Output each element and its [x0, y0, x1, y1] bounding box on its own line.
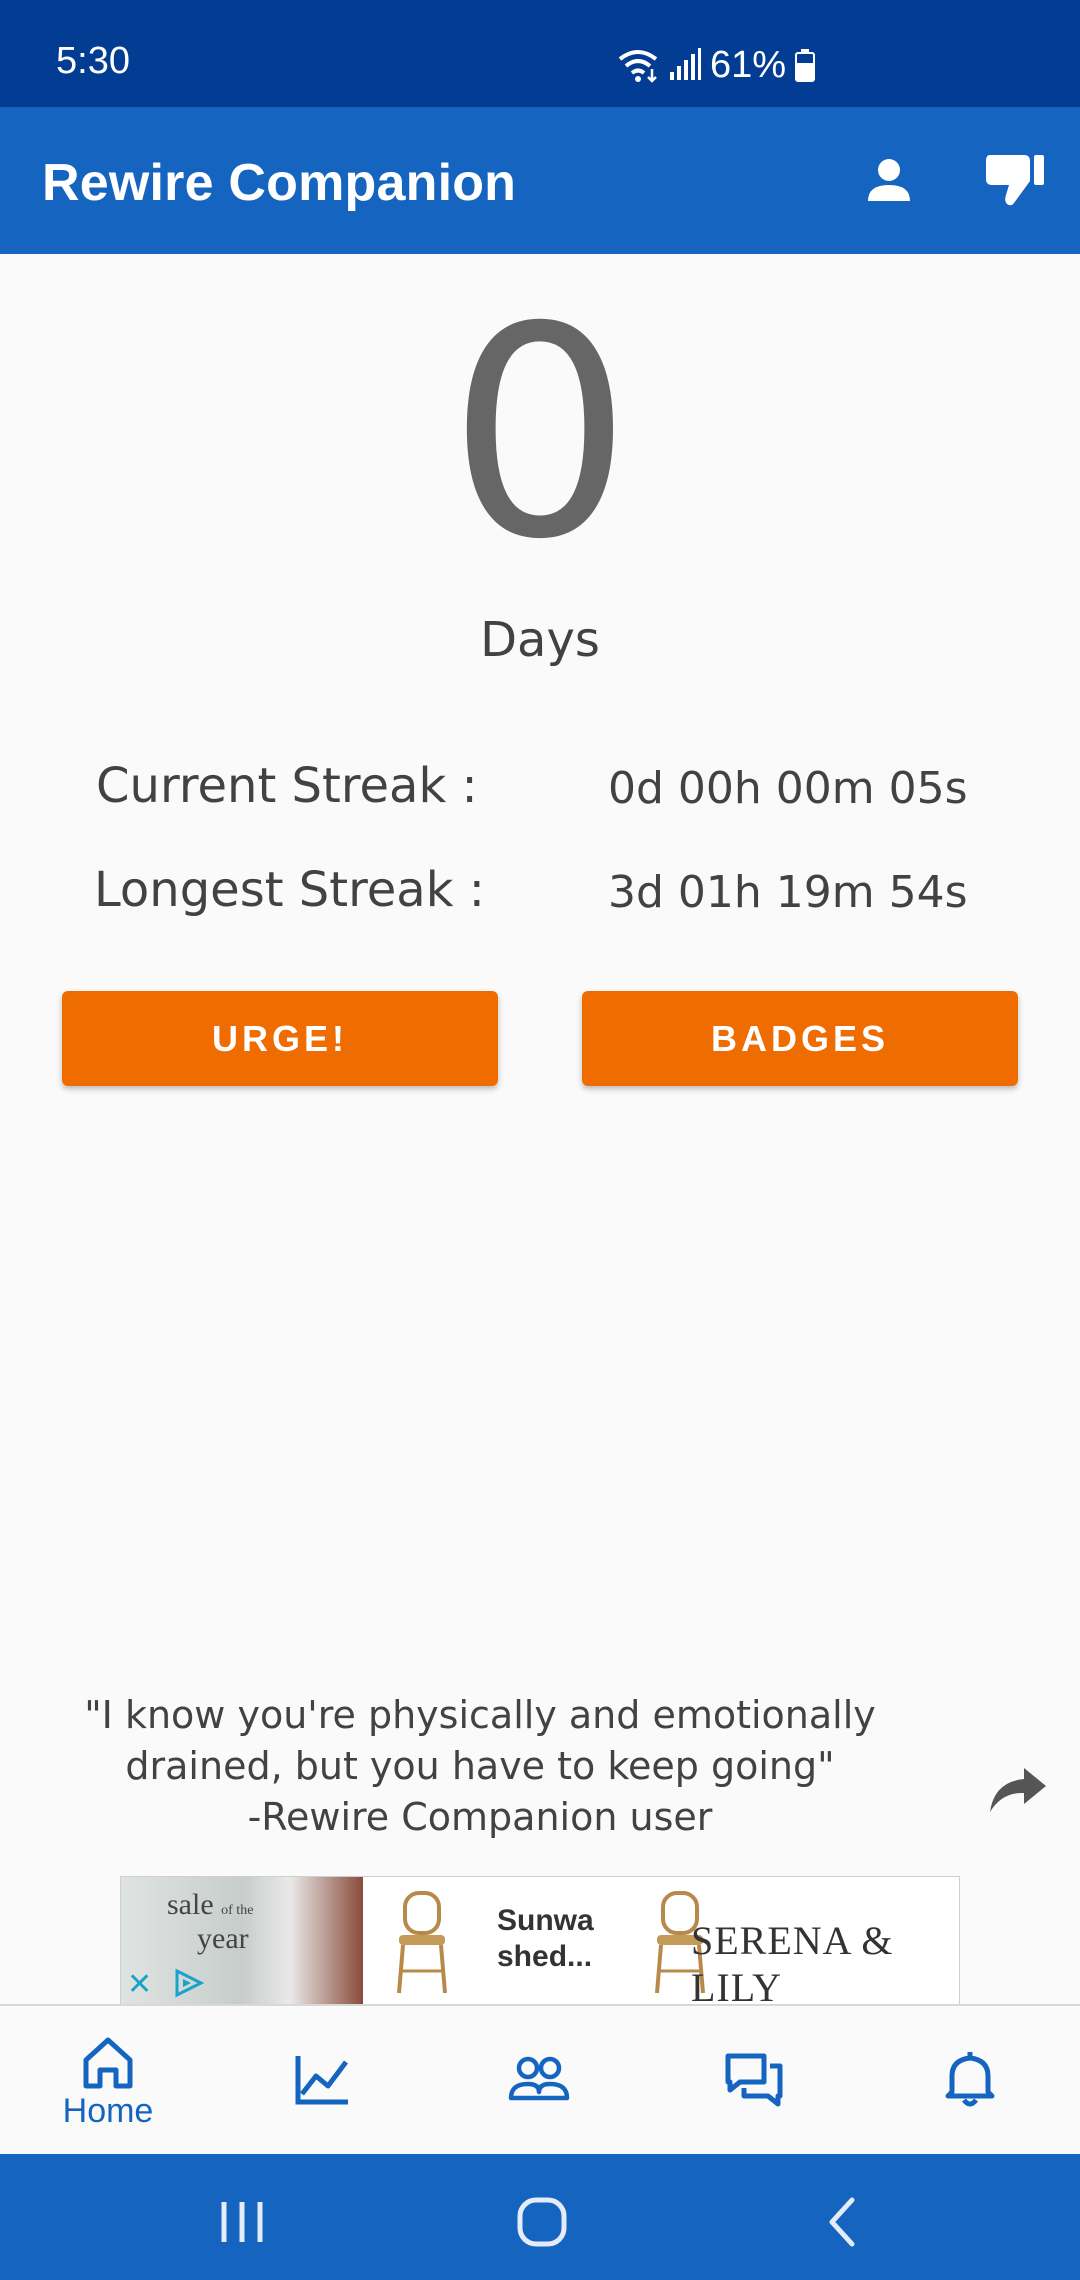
- ad-sale-year: year: [197, 1922, 249, 1955]
- nav-community[interactable]: [479, 2054, 599, 2164]
- thumbs-down-icon: [986, 155, 1044, 206]
- status-icons: 61%: [616, 40, 816, 90]
- profile-button[interactable]: [856, 147, 922, 213]
- days-label: Days: [480, 612, 600, 668]
- ad-headline: Sunwa shed...: [497, 1903, 594, 1975]
- chat-icon: [725, 2053, 783, 2107]
- battery-percent: 61%: [710, 43, 787, 86]
- ad-sale-text: sale of the year: [167, 1888, 254, 1955]
- quote-author: -Rewire Companion user: [247, 1795, 713, 1839]
- bottom-nav: Home: [0, 2004, 1080, 2156]
- current-streak-value: 0d 00h 00m 05s: [608, 763, 968, 814]
- quote-line: drained, but you have to keep going": [125, 1744, 835, 1788]
- share-button[interactable]: [986, 1764, 1050, 1820]
- battery-icon: [795, 49, 816, 82]
- ad-banner[interactable]: sale of the year ✕ Sunwa shed... SERENA …: [120, 1876, 960, 2006]
- ad-chair-image: [397, 1891, 447, 1994]
- nav-stats[interactable]: [262, 2052, 382, 2162]
- quote-line: "I know you're physically and emotionall…: [84, 1693, 876, 1737]
- person-icon: [868, 159, 910, 201]
- longest-streak-value: 3d 01h 19m 54s: [608, 867, 968, 918]
- wifi-icon: [618, 50, 658, 83]
- nav-home[interactable]: Home: [48, 2036, 168, 2146]
- ad-headline-line: shed...: [497, 1940, 593, 1973]
- ad-choices-icon[interactable]: [171, 1967, 207, 1999]
- chart-icon: [295, 2056, 348, 2105]
- community-icon: [508, 2056, 570, 2101]
- home-icon: [83, 2037, 133, 2089]
- relapse-button[interactable]: [982, 147, 1048, 213]
- ad-close-icon[interactable]: ✕: [127, 1967, 152, 2002]
- back-icon[interactable]: [814, 2194, 874, 2250]
- days-count: 0: [447, 266, 633, 603]
- recent-apps-icon[interactable]: [212, 2194, 272, 2250]
- urge-button[interactable]: URGE!: [62, 991, 498, 1086]
- share-icon: [990, 1768, 1046, 1812]
- badges-button[interactable]: BADGES: [582, 991, 1018, 1086]
- signal-icon: [670, 48, 701, 80]
- ad-sale-word: sale: [167, 1888, 214, 1921]
- home-nav-icon[interactable]: [512, 2194, 572, 2250]
- longest-streak-label: Longest Streak :: [94, 862, 485, 918]
- bell-icon: [945, 2052, 995, 2107]
- app-bar: Rewire Companion: [0, 107, 1080, 254]
- nav-home-label: Home: [62, 2092, 154, 2130]
- ad-sale-of: of the: [221, 1903, 254, 1918]
- ad-brand: SERENA & LILY: [691, 1918, 894, 2006]
- status-bar: 5:30 61%: [0, 0, 1080, 107]
- status-time: 5:30: [56, 40, 130, 82]
- system-nav-bar: [0, 2154, 1080, 2280]
- nav-chat[interactable]: [694, 2052, 814, 2162]
- app-title: Rewire Companion: [42, 154, 517, 212]
- current-streak-label: Current Streak :: [96, 758, 478, 814]
- ad-image: sale of the year ✕: [121, 1877, 363, 2005]
- quote: "I know you're physically and emotionall…: [60, 1690, 900, 1843]
- nav-notifications[interactable]: [910, 2050, 1030, 2160]
- ad-headline-line: Sunwa: [497, 1904, 594, 1937]
